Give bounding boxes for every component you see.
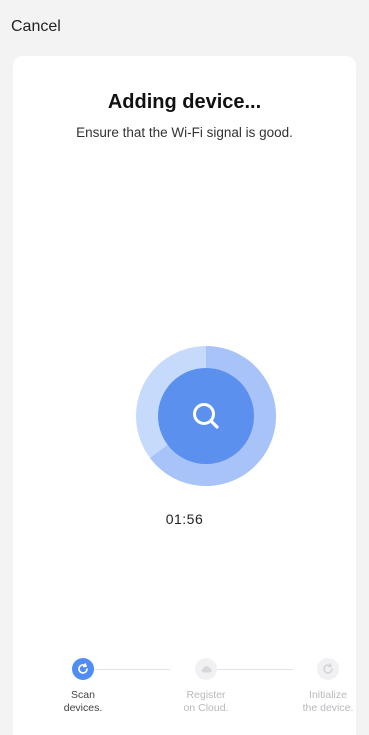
step-initialize-device: Initialize the device.: [283, 656, 369, 715]
refresh-icon: [78, 663, 88, 674]
page-title: Adding device...: [107, 91, 262, 113]
radar-inner-circle: [158, 368, 254, 464]
step-label: Register on Cloud.: [183, 689, 229, 714]
step-label: Initialize the device.: [302, 689, 354, 714]
progress-steps: Scan devices. Register on Cloud. Initial…: [13, 656, 356, 716]
step-register-cloud: Register on Cloud.: [161, 656, 251, 715]
step-label: Scan devices.: [63, 689, 103, 714]
scan-radar: [136, 346, 276, 486]
step-indicator: [195, 658, 217, 680]
top-bar: Cancel: [0, 0, 369, 56]
refresh-icon: [323, 663, 333, 674]
step-scan-devices: Scan devices.: [38, 656, 128, 715]
page-subtitle: Ensure that the Wi-Fi signal is good.: [76, 125, 293, 140]
cloud-icon: [201, 666, 212, 673]
elapsed-timer: 01:56: [165, 511, 204, 527]
scan-animation: [136, 346, 276, 486]
content-card: Adding device... Ensure that the Wi-Fi s…: [13, 56, 356, 735]
cancel-button[interactable]: Cancel: [11, 18, 61, 36]
step-indicator: [72, 658, 94, 680]
step-indicator: [317, 658, 339, 680]
